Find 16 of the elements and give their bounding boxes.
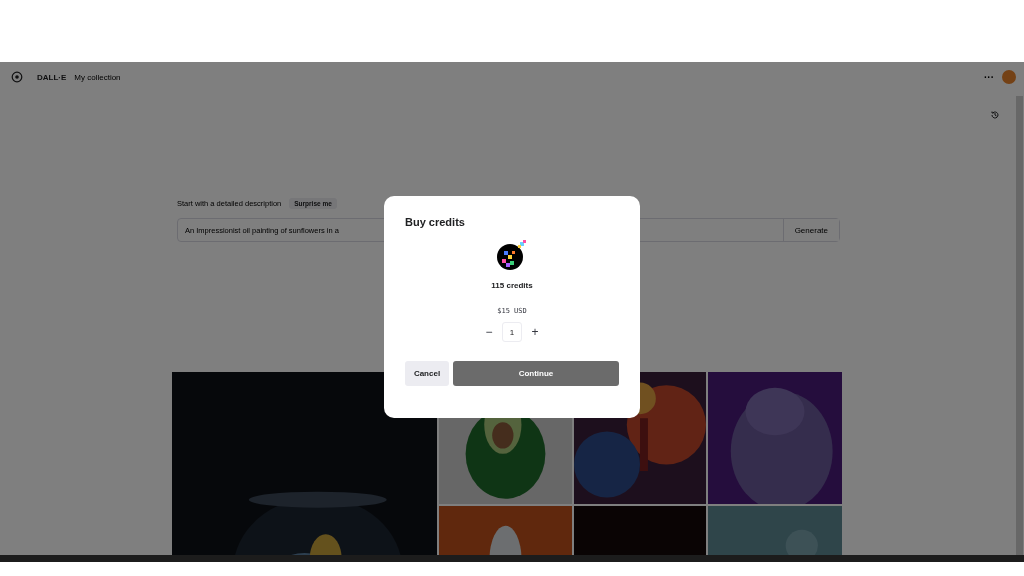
increment-button[interactable]: + [527,325,543,339]
avatar[interactable] [1002,70,1016,84]
generate-button[interactable]: Generate [782,219,839,241]
more-menu-button[interactable]: ··· [984,71,994,83]
quantity-field[interactable]: 1 [502,322,522,342]
cancel-button[interactable]: Cancel [405,361,449,386]
history-icon[interactable] [990,110,1000,120]
scrollbar[interactable] [1016,96,1023,555]
dialog-title: Buy credits [405,216,465,228]
credits-icon [496,239,528,271]
decrement-button[interactable]: − [481,325,497,339]
brand-name: DALL·E [37,72,67,82]
logo-icon[interactable] [11,71,23,83]
continue-button[interactable]: Continue [453,361,619,386]
nav-link[interactable]: My collection [74,72,121,82]
credits-amount: 115 credits [491,281,533,290]
